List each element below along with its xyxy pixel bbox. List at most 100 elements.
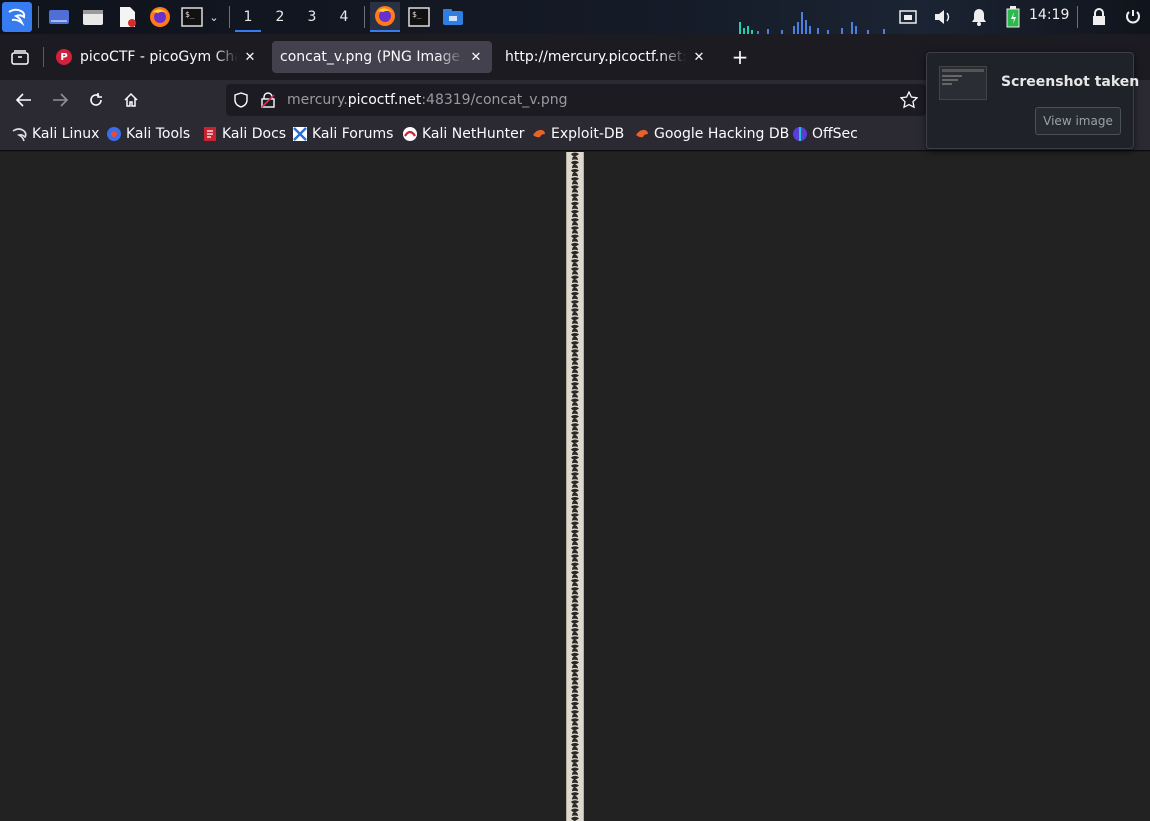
pattern-glyph (571, 644, 579, 652)
tab-concat-png[interactable]: concat_v.png (PNG Image, 128 × 20480 pix… (272, 41, 492, 73)
pattern-glyph (571, 439, 579, 447)
pattern-glyph (571, 324, 579, 333)
screenshot-thumbnail[interactable] (939, 66, 987, 100)
forward-button[interactable] (46, 86, 74, 114)
shield-icon[interactable] (234, 92, 248, 112)
pattern-glyph (571, 513, 579, 521)
dropdown-icon[interactable]: ⌄ (206, 5, 222, 29)
close-icon[interactable]: ✕ (242, 50, 258, 65)
pattern-glyph (571, 365, 579, 374)
kali-menu-icon[interactable] (2, 2, 32, 32)
folder-window-icon[interactable] (440, 5, 466, 29)
workspace-3[interactable]: 3 (297, 2, 327, 32)
kali-dragon-icon (12, 126, 28, 142)
panel-separator (38, 6, 39, 28)
pattern-glyph (571, 792, 579, 800)
pattern-glyph (571, 669, 579, 677)
pattern-glyph (571, 242, 579, 251)
bookmark-kali-forums[interactable]: Kali Forums (292, 126, 393, 142)
terminal-window-icon[interactable]: $_ (406, 5, 432, 29)
pattern-glyph (571, 488, 579, 497)
volume-icon[interactable] (932, 5, 954, 29)
bookmark-kali-nethunter[interactable]: Kali NetHunter (402, 126, 524, 142)
pattern-glyph (571, 595, 579, 603)
network-icon[interactable] (898, 5, 918, 29)
close-icon[interactable]: ✕ (691, 50, 707, 65)
pattern-glyph (571, 316, 579, 324)
pattern-glyph (571, 800, 579, 808)
pattern-glyph (571, 742, 579, 751)
concat-image[interactable] (566, 152, 584, 821)
bookmark-kali-tools[interactable]: Kali Tools (106, 126, 190, 142)
kali-nethunter-icon (402, 126, 418, 142)
pattern-glyph (571, 218, 579, 226)
pattern-glyph (571, 209, 579, 218)
home-button[interactable] (117, 86, 145, 114)
workspace-1[interactable]: 1 (233, 2, 263, 32)
pattern-glyph (571, 578, 579, 587)
view-image-button[interactable]: View image (1035, 107, 1121, 135)
close-icon[interactable]: ✕ (468, 50, 484, 65)
clock[interactable]: 14:19 (1029, 7, 1069, 23)
pattern-glyph (571, 677, 579, 685)
insecure-lock-icon[interactable] (261, 92, 275, 112)
workspace-2[interactable]: 2 (265, 2, 295, 32)
tab-picoctf[interactable]: P picoCTF - picoGym Challenges ✕ (48, 41, 266, 73)
ghdb-icon (634, 126, 650, 142)
exploit-db-icon (531, 126, 547, 142)
pattern-glyph (571, 308, 579, 316)
pattern-glyph (571, 349, 579, 357)
image-viewer (0, 152, 1150, 821)
pattern-glyph (571, 718, 579, 726)
pattern-glyph (571, 201, 579, 210)
terminal-icon[interactable]: $_ (180, 5, 204, 29)
url-text[interactable]: mercury.picoctf.net:48319/concat_v.png (287, 92, 568, 108)
desktop-icon[interactable] (47, 5, 71, 29)
pattern-glyph (571, 423, 579, 431)
file-manager-icon[interactable] (81, 5, 105, 29)
pattern-glyph (571, 562, 579, 570)
bookmark-label: Kali NetHunter (422, 126, 525, 142)
pattern-glyph (571, 168, 579, 177)
bookmark-exploit-db[interactable]: Exploit-DB (531, 126, 624, 142)
bookmark-kali-linux[interactable]: Kali Linux (12, 126, 99, 142)
pattern-glyph (571, 783, 579, 792)
pattern-glyph (571, 816, 579, 821)
pattern-glyph (571, 611, 579, 620)
pattern-glyph (571, 628, 579, 636)
firefox-view-icon[interactable] (6, 43, 34, 71)
pattern-glyph (571, 734, 579, 743)
pattern-glyph (571, 751, 579, 759)
new-tab-button[interactable]: + (726, 43, 754, 71)
pattern-glyph (571, 529, 579, 538)
pattern-glyph (571, 546, 579, 554)
pattern-glyph (571, 275, 579, 283)
top-panel: $_ ⌄ 1 2 3 4 $_ 14:19 (0, 0, 1150, 34)
bookmark-kali-docs[interactable]: Kali Docs (202, 126, 286, 142)
bookmark-google-hacking-db[interactable]: Google Hacking DB (634, 126, 789, 142)
bookmark-label: Kali Docs (222, 126, 287, 142)
workspace-4[interactable]: 4 (329, 2, 359, 32)
notification-bell-icon[interactable] (968, 5, 990, 29)
power-icon[interactable] (1122, 5, 1144, 29)
firefox-window-icon[interactable] (370, 2, 400, 32)
bookmark-label: Exploit-DB (551, 126, 625, 142)
bookmark-label: OffSec (812, 126, 858, 142)
pattern-glyph (571, 636, 579, 644)
url-suffix: :48319/concat_v.png (421, 92, 568, 108)
text-editor-icon[interactable] (115, 5, 139, 29)
lock-icon[interactable] (1088, 5, 1110, 29)
address-bar[interactable]: mercury.picoctf.net:48319/concat_v.png (226, 84, 926, 116)
pattern-glyph (571, 660, 579, 669)
kali-docs-icon (202, 126, 218, 142)
tab-title: picoCTF - picoGym Challenges (80, 49, 238, 65)
pattern-glyph (571, 603, 579, 611)
panel-separator (364, 6, 365, 28)
reload-button[interactable] (82, 86, 110, 114)
firefox-icon[interactable] (148, 5, 172, 29)
bookmark-star-icon[interactable] (899, 90, 919, 113)
back-button[interactable] (10, 86, 38, 114)
bookmark-offsec[interactable]: OffSec (792, 126, 858, 142)
pattern-glyph (571, 710, 579, 718)
tab-mercury[interactable]: http://mercury.picoctf.net:48319/ ✕ (497, 41, 715, 73)
